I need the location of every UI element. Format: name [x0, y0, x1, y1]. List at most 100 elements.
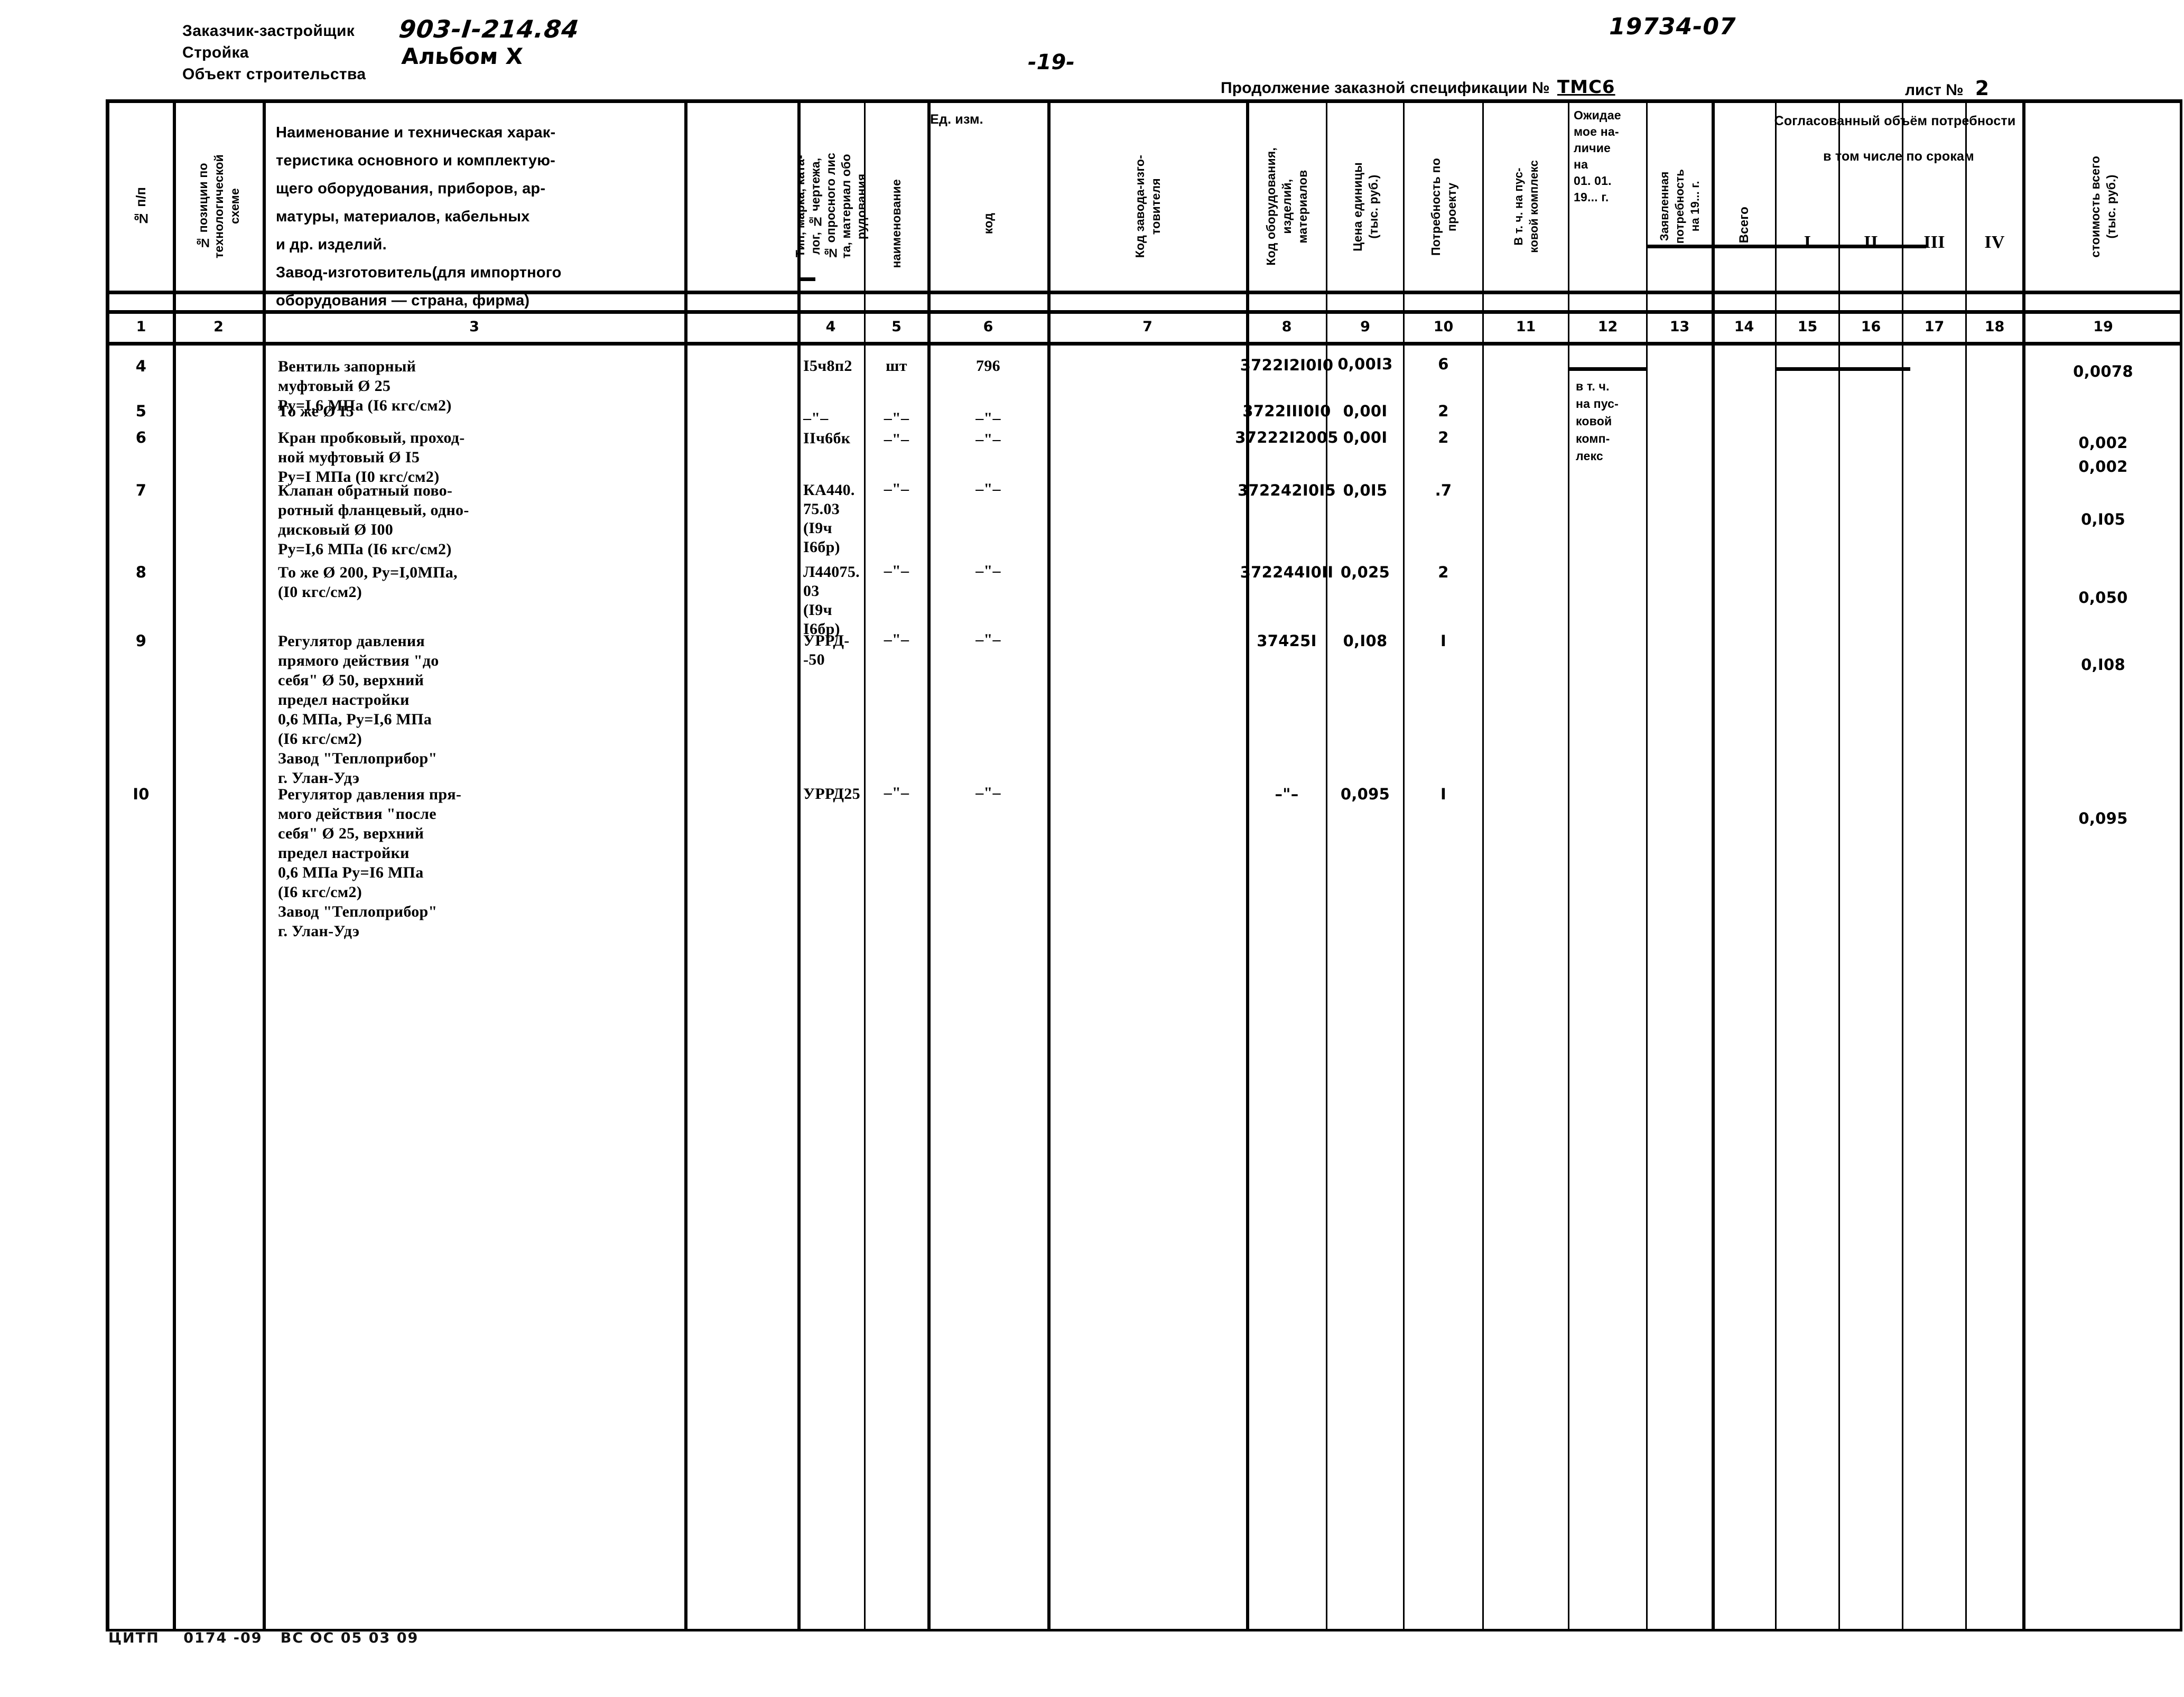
cell-row6-col-10: I: [1440, 632, 1447, 650]
header-col-5-label: наименование: [889, 179, 903, 268]
header-col-7-label: Код завода-изго- товителя: [1132, 155, 1163, 258]
colnum-1: 1: [136, 318, 146, 335]
cell-row3-col-8: 37222I2005: [1235, 428, 1339, 446]
cell-row2-col-19: 0,002: [2078, 434, 2128, 452]
cell-row6-col-5: –"–: [884, 631, 909, 648]
colnum-11: 11: [1516, 318, 1536, 335]
cell-row4-col-9: 0,0I5: [1343, 481, 1388, 499]
header-col-1: № п/п: [109, 103, 173, 310]
cell-row5-col-1: 8: [135, 563, 147, 581]
header-col-2: № позиции по технологической схеме: [174, 103, 263, 310]
cell-row6-col-1: 9: [135, 632, 147, 650]
header-volume-group-label: Согласованный объём потребности: [1774, 113, 2016, 128]
cell-row1-col-6: 796: [976, 357, 1000, 375]
colnum-19: 19: [2093, 318, 2113, 335]
cell-row3-col-6: –"–: [975, 431, 1001, 448]
cell-row2-col-8: 3722IІI0I0: [1242, 402, 1331, 420]
album-label: Альбом X: [401, 43, 524, 69]
sheet-line: лист № 2: [1905, 77, 1989, 100]
header-terms-group: в том числе по срокам: [1777, 140, 2021, 173]
colnum-6: 6: [983, 318, 993, 335]
header-col-11: В т. ч. на пус- ковой комплекс: [1484, 103, 1568, 310]
cell-row7-col-8: –"–: [1275, 785, 1299, 803]
header-volume-group: Согласованный объём потребности: [1713, 103, 2077, 139]
header-col-1-label: № п/п: [133, 187, 148, 226]
document-footer: ЦИТП 0174 -09 ВС ОС 05 03 09: [108, 1630, 419, 1646]
cell-row5-col-8: 372244I0II: [1240, 563, 1334, 581]
colnum-7: 7: [1142, 318, 1153, 335]
cell-row7-col-10: I: [1440, 785, 1447, 803]
cell-row4-col-19: 0,I05: [2081, 510, 2125, 528]
cell-row1-col-5: шт: [886, 357, 907, 375]
label-construction-object: Объект строительства: [182, 66, 366, 83]
colnum-3: 3: [469, 318, 479, 335]
continuation-line: Продолжение заказной спецификации № ТМС6: [1221, 77, 1695, 98]
cell-row7-col-1: I0: [133, 785, 150, 803]
cell-row5-col-10: 2: [1438, 563, 1449, 581]
cell-row6-col-8: 37425I: [1257, 632, 1317, 650]
cell-row6-col-4: УРРД- -50: [803, 632, 850, 668]
header-col-10: Потребность по проекту: [1405, 103, 1482, 310]
header-col-19: стоимость всего (тыс. руб.): [2024, 103, 2182, 310]
cell-row3-col-9: 0,00I: [1343, 428, 1388, 446]
cell-row2-col-9: 0,00I: [1343, 402, 1388, 420]
header-col-3: Наименование и техническая харак- терист…: [264, 103, 684, 310]
cell-row2-col-6: –"–: [975, 409, 1001, 427]
header-col-4-label: Тип, марка, ката- лог, № чертежа, № опро…: [793, 153, 868, 260]
cell-row4-col-4: КА440. 75.03 (I9ч I6бр): [803, 481, 855, 556]
header-col-8-label: Код оборудования, изделий, материалов: [1264, 147, 1309, 266]
header-col-9-label: Цена единицы (тыс. руб.): [1350, 162, 1380, 251]
colnum-13: 13: [1669, 318, 1690, 335]
cell-row3-col-3: Кран пробковый, проход- ной муфтовый Ø I…: [278, 429, 465, 486]
specification-table: № п/п № позиции по технологической схеме…: [106, 99, 2182, 1631]
cell-row1-col-9: 0,00I3: [1337, 355, 1393, 373]
cell-row5-col-4: Л44075. 03 (I9ч I6бр): [803, 563, 860, 638]
cell-row2-col-4: –"–: [803, 409, 829, 427]
cell-row5-col-3: То же Ø 200, Ру=I,0МПа, (I0 кгс/см2): [278, 564, 458, 601]
header-col-18-label: IV: [1984, 232, 2005, 252]
header-col-3-label: Наименование и техническая харак- терист…: [276, 124, 562, 309]
cell-row5-col-19: 0,050: [2078, 589, 2128, 607]
cell-row4-col-8: 372242I0I5: [1238, 481, 1336, 499]
document-header: Заказчик-застройщик Стройка Объект строи…: [0, 0, 2184, 100]
header-col-19-label: стоимость всего (тыс. руб.): [2088, 155, 2118, 258]
colnum-12: 12: [1597, 318, 1618, 335]
numberrow-bottom-line: [109, 342, 2180, 346]
header-col-5: наименование: [866, 137, 927, 310]
header-col-16: II: [1840, 174, 1902, 310]
cell-row1-col-1: 4: [135, 357, 147, 375]
document-page: Заказчик-застройщик Стройка Объект строи…: [0, 0, 2184, 1697]
header-col-14: Всего: [1713, 140, 1775, 310]
cell-row7-col-9: 0,095: [1340, 785, 1390, 803]
cell-row6-col-3: Регулятор давления прямого действия "до …: [278, 632, 439, 787]
header-col-2-label: № позиции по технологической схеме: [196, 154, 241, 259]
colnum-5: 5: [891, 318, 902, 335]
header-col-18: IV: [1967, 174, 2022, 310]
cell-row3-col-19: 0,002: [2078, 458, 2128, 475]
header-col-17: III: [1903, 174, 1965, 310]
cell-row2-col-3: То же Ø I5: [278, 403, 354, 420]
header-col-15-label: I: [1804, 232, 1811, 252]
order-number: 19734-07: [1609, 13, 1736, 40]
colnum-18: 18: [1984, 318, 2005, 335]
colnum-2: 2: [213, 318, 224, 335]
cell-row2-col-10: 2: [1438, 402, 1449, 420]
header-col-13-label: Заявленная потребность на 19... г.: [1658, 169, 1702, 244]
cell-row4-col-5: –"–: [884, 480, 909, 498]
cell-row6-col-19: 0,I08: [2081, 656, 2125, 674]
cell-row5-col-9: 0,025: [1340, 563, 1390, 581]
header-col-17-label: III: [1923, 232, 1945, 252]
colnum-10: 10: [1433, 318, 1454, 335]
cell-row2-col-5: –"–: [884, 409, 909, 427]
cell-row3-col-10: 2: [1438, 428, 1449, 446]
cell-row6-col-6: –"–: [975, 631, 1001, 648]
header-col-4: Тип, марка, ката- лог, № чертежа, № опро…: [793, 103, 868, 310]
cell-row6-col-9: 0,I08: [1343, 632, 1388, 650]
colnum-4: 4: [825, 318, 836, 335]
cell-row1-col-19: 0,0078: [2073, 362, 2133, 380]
header-unit-group: Ед. изм.: [866, 103, 1048, 136]
cell-row7-col-3: Регулятор давления пря- мого действия "п…: [278, 786, 462, 940]
header-col-13: Заявленная потребность на 19... г.: [1648, 103, 1712, 310]
colnum-17: 17: [1924, 318, 1945, 335]
header-col-7: Код завода-изго- товителя: [1049, 103, 1246, 310]
